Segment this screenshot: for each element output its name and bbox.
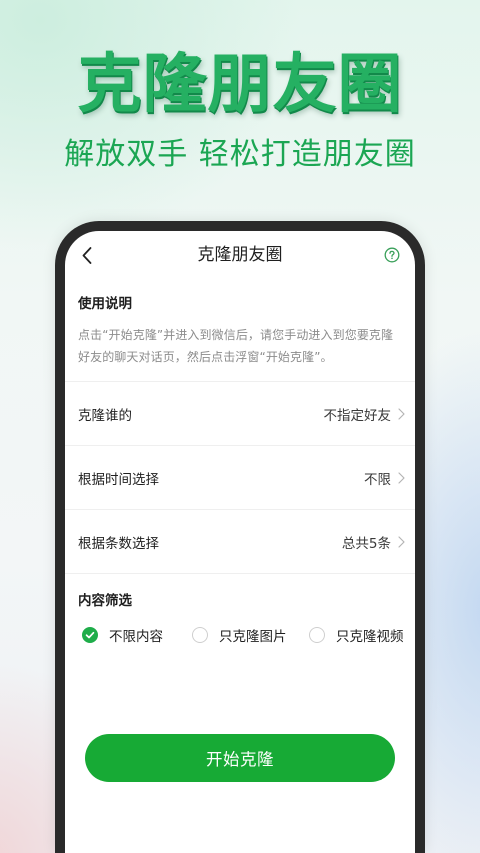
nav-header: 克隆朋友圈 <box>65 231 415 279</box>
radio-option-images-only[interactable]: 只克隆图片 <box>192 624 287 646</box>
radio-option-all-content[interactable]: 不限内容 <box>82 624 163 646</box>
setting-label: 根据时间选择 <box>78 471 159 488</box>
help-circle-icon <box>384 247 400 263</box>
start-clone-button[interactable]: 开始克隆 <box>85 734 395 782</box>
phone-frame: 克隆朋友圈 使用说明 点击“开始克隆”并进入到微信后，请您手动进入到您要克隆 好… <box>55 221 425 853</box>
promo-title: 克隆朋友圈 <box>77 48 403 122</box>
setting-value: 不限 <box>364 471 391 488</box>
setting-label: 克隆谁的 <box>78 407 132 424</box>
chevron-right-icon <box>398 535 405 548</box>
setting-row-post-count[interactable]: 根据条数选择 总共5条 <box>65 510 415 574</box>
usage-description-line: 好友的聊天对话页，然后点击浮窗“开始克隆”。 <box>78 350 333 364</box>
radio-icon <box>309 627 325 643</box>
usage-description: 点击“开始克隆”并进入到微信后，请您手动进入到您要克隆 好友的聊天对话页，然后点… <box>78 324 402 368</box>
radio-label: 不限内容 <box>109 629 163 645</box>
usage-section: 使用说明 点击“开始克隆”并进入到微信后，请您手动进入到您要克隆 好友的聊天对话… <box>65 279 415 382</box>
content-filter-heading: 内容筛选 <box>78 593 132 609</box>
back-button[interactable] <box>82 246 94 264</box>
content-filter-section: 内容筛选 不限内容 只克隆图片 只克隆视频 <box>65 574 415 646</box>
radio-label: 只克隆视频 <box>336 629 404 645</box>
radio-icon <box>192 627 208 643</box>
setting-value: 总共5条 <box>341 535 391 552</box>
setting-value: 不指定好友 <box>323 407 392 424</box>
app-screen: 克隆朋友圈 使用说明 点击“开始克隆”并进入到微信后，请您手动进入到您要克隆 好… <box>65 231 415 853</box>
setting-row-clone-target[interactable]: 克隆谁的 不指定好友 <box>65 382 415 446</box>
radio-option-videos-only[interactable]: 只克隆视频 <box>309 624 404 646</box>
content-filter-options: 不限内容 只克隆图片 只克隆视频 <box>78 624 404 646</box>
chevron-left-icon <box>82 246 92 264</box>
usage-heading: 使用说明 <box>78 296 132 312</box>
setting-row-time-range[interactable]: 根据时间选择 不限 <box>65 446 415 510</box>
chevron-right-icon <box>398 471 405 484</box>
setting-label: 根据条数选择 <box>78 535 159 552</box>
page-title: 克隆朋友圈 <box>197 245 283 265</box>
radio-icon <box>82 627 98 643</box>
chevron-right-icon <box>398 407 405 420</box>
radio-label: 只克隆图片 <box>219 629 287 645</box>
help-button[interactable] <box>384 247 400 263</box>
usage-description-line: 点击“开始克隆”并进入到微信后，请您手动进入到您要克隆 <box>78 328 394 342</box>
promo-subtitle: 解放双手 轻松打造朋友圈 <box>64 137 416 172</box>
check-icon <box>85 631 95 639</box>
